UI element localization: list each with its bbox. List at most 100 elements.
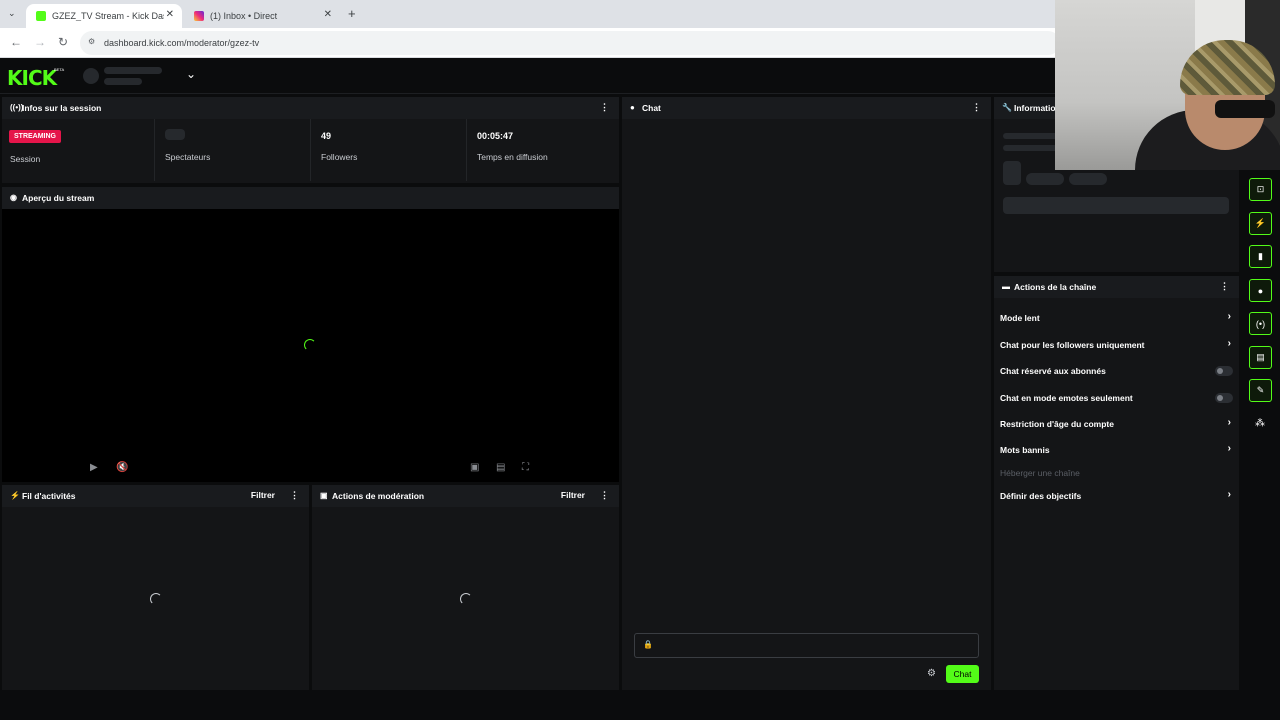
emotes-only-toggle[interactable] — [1215, 393, 1233, 403]
sidebar-chat-button[interactable]: ● — [1249, 279, 1272, 302]
lightning-icon: ⚡ — [1254, 218, 1267, 228]
stat-followers: 49 Followers — [311, 119, 467, 181]
channel-avatar[interactable] — [83, 68, 99, 84]
webcam-overlay — [1055, 0, 1280, 170]
stat-label: Spectateurs — [165, 152, 211, 162]
forward-icon[interactable]: → — [34, 35, 46, 49]
action-subscribers-only[interactable]: Chat réservé aux abonnés — [1000, 362, 1235, 380]
action-slow-mode[interactable]: Mode lent › — [1000, 309, 1235, 327]
broadcast-icon: (•) — [1255, 318, 1266, 329]
wrench-icon: 🔧 — [1002, 103, 1012, 112]
kick-logo[interactable]: KICK — [7, 66, 57, 90]
sidebar-session-button[interactable]: ⊡ — [1249, 178, 1272, 201]
sidebar-tools-button[interactable]: ✎ — [1249, 379, 1272, 402]
chat-title: Chat — [642, 103, 661, 113]
lock-icon: 🔒 — [643, 640, 653, 649]
site-info-icon[interactable]: ⚙ — [88, 37, 95, 46]
action-label: Restriction d'âge du compte — [1000, 419, 1114, 429]
webcam-person-sunglasses — [1215, 100, 1275, 118]
session-info-panel: ((•)) Infos sur la session ⋮ Session Spe… — [2, 97, 619, 183]
sidebar-channel-button[interactable]: ▤ — [1249, 346, 1272, 369]
close-tab-icon[interactable]: ✕ — [324, 9, 332, 20]
stream-preview-title: Aperçu du stream — [22, 193, 95, 203]
action-set-goals[interactable]: Définir des objectifs › — [1000, 487, 1235, 505]
beta-badge: BETA — [54, 67, 65, 72]
broadcast-icon: ((•)) — [10, 103, 24, 112]
chat-menu-icon[interactable]: ⋮ — [972, 102, 981, 113]
info-placeholder-pill — [1069, 173, 1107, 185]
activity-feed-title: Fil d'activités — [22, 491, 76, 501]
channel-actions-title: Actions de la chaîne — [1014, 282, 1097, 292]
sidebar-activity-button[interactable]: ⚡ — [1249, 212, 1272, 235]
stream-preview-panel: ◉ Aperçu du stream ▶ 🔇 ▣ ▤ ⛶ — [2, 187, 619, 482]
chat-settings-gear-icon[interactable]: ⚙ — [927, 668, 936, 679]
moderation-filter-button[interactable]: Filtrer — [561, 490, 585, 500]
play-icon[interactable]: ▶ — [90, 462, 98, 473]
information-title: Information — [1014, 103, 1061, 113]
tab-instagram-inbox[interactable]: (1) Inbox • Direct ✕ — [184, 4, 340, 28]
stat-label: Session — [10, 154, 41, 164]
tab-kick-dashboard[interactable]: GZEZ_TV Stream - Kick Dashbo ✕ — [26, 4, 182, 28]
action-emotes-only[interactable]: Chat en mode emotes seulement — [1000, 389, 1235, 407]
instagram-favicon-icon — [194, 11, 204, 21]
session-info-title: Infos sur la session — [22, 103, 102, 113]
address-bar[interactable]: ⚙ dashboard.kick.com/moderator/gzez-tv — [80, 31, 1060, 55]
action-label: Chat réservé aux abonnés — [1000, 366, 1106, 376]
action-age-restriction[interactable]: Restriction d'âge du compte › — [1000, 415, 1235, 433]
reload-icon[interactable]: ↻ — [58, 35, 68, 49]
theater-mode-icon[interactable]: ▤ — [496, 462, 505, 473]
new-tab-button[interactable]: + — [348, 6, 356, 21]
shield-icon: ▮ — [1258, 251, 1263, 261]
action-host-channel: Héberger une chaîne — [1000, 464, 1235, 482]
chat-send-button[interactable]: Chat — [946, 665, 979, 683]
shield-icon: ▣ — [320, 491, 328, 500]
stat-label: Temps en diffusion — [477, 152, 548, 162]
channel-actions-menu-icon[interactable]: ⋮ — [1220, 281, 1229, 292]
activity-filter-button[interactable]: Filtrer — [251, 490, 275, 500]
chevron-right-icon: › — [1227, 443, 1231, 454]
channel-icon: ▬ — [1002, 282, 1010, 291]
session-menu-icon[interactable]: ⋮ — [600, 102, 609, 113]
back-icon[interactable]: ← — [10, 35, 22, 49]
close-tab-icon[interactable]: ✕ — [166, 9, 174, 20]
kick-favicon-icon — [36, 11, 46, 21]
action-label: Mots bannis — [1000, 445, 1050, 455]
chevron-right-icon: › — [1227, 489, 1231, 500]
moderation-menu-icon[interactable]: ⋮ — [600, 490, 609, 501]
moderation-loading-spinner — [460, 593, 472, 605]
channel-dropdown-chevron-icon[interactable]: ⌄ — [186, 67, 196, 81]
action-label: Chat pour les followers uniquement — [1000, 340, 1145, 350]
picture-in-picture-icon[interactable]: ▣ — [470, 462, 479, 473]
chat-header: ● Chat ⋮ — [622, 97, 991, 119]
chat-input[interactable]: 🔒 — [634, 633, 979, 658]
wrench-icon: ✎ — [1256, 385, 1265, 395]
subscribers-only-toggle[interactable] — [1215, 366, 1233, 376]
sidebar-broadcast-button[interactable]: (•) — [1249, 312, 1272, 335]
stat-spectators: Spectateurs — [155, 119, 311, 181]
action-banned-words[interactable]: Mots bannis › — [1000, 441, 1235, 459]
tab-list-icon[interactable]: ⌄ — [8, 8, 16, 19]
activity-feed-header: ⚡ Fil d'activités Filtrer ⋮ — [2, 485, 309, 507]
channel-name-placeholder — [104, 67, 162, 74]
activity-menu-icon[interactable]: ⋮ — [290, 490, 299, 501]
session-info-header: ((•)) Infos sur la session ⋮ — [2, 97, 619, 119]
tab-title: (1) Inbox • Direct — [210, 11, 278, 21]
channel-icon: ▤ — [1256, 352, 1265, 362]
stream-preview-header: ◉ Aperçu du stream — [2, 187, 619, 209]
fullscreen-icon[interactable]: ⛶ — [522, 462, 529, 473]
info-placeholder-pill — [1026, 173, 1064, 185]
action-followers-only[interactable]: Chat pour les followers uniquement › — [1000, 336, 1235, 354]
action-label: Héberger une chaîne — [1000, 468, 1080, 478]
sidebar-moderation-button[interactable]: ▮ — [1249, 245, 1272, 268]
chevron-right-icon: › — [1227, 311, 1231, 322]
add-widget-icon[interactable]: ⁂ — [1255, 418, 1265, 429]
spectators-value-placeholder — [165, 129, 185, 140]
mute-icon[interactable]: 🔇 — [116, 462, 128, 473]
chevron-right-icon: › — [1227, 338, 1231, 349]
chat-bubble-icon: ● — [630, 103, 635, 112]
action-label: Mode lent — [1000, 313, 1040, 323]
tab-title: GZEZ_TV Stream - Kick Dashbo — [52, 11, 164, 21]
info-placeholder-bar — [1003, 197, 1229, 214]
chat-bubble-icon: ● — [1257, 285, 1264, 296]
stat-value: 00:05:47 — [477, 131, 514, 141]
